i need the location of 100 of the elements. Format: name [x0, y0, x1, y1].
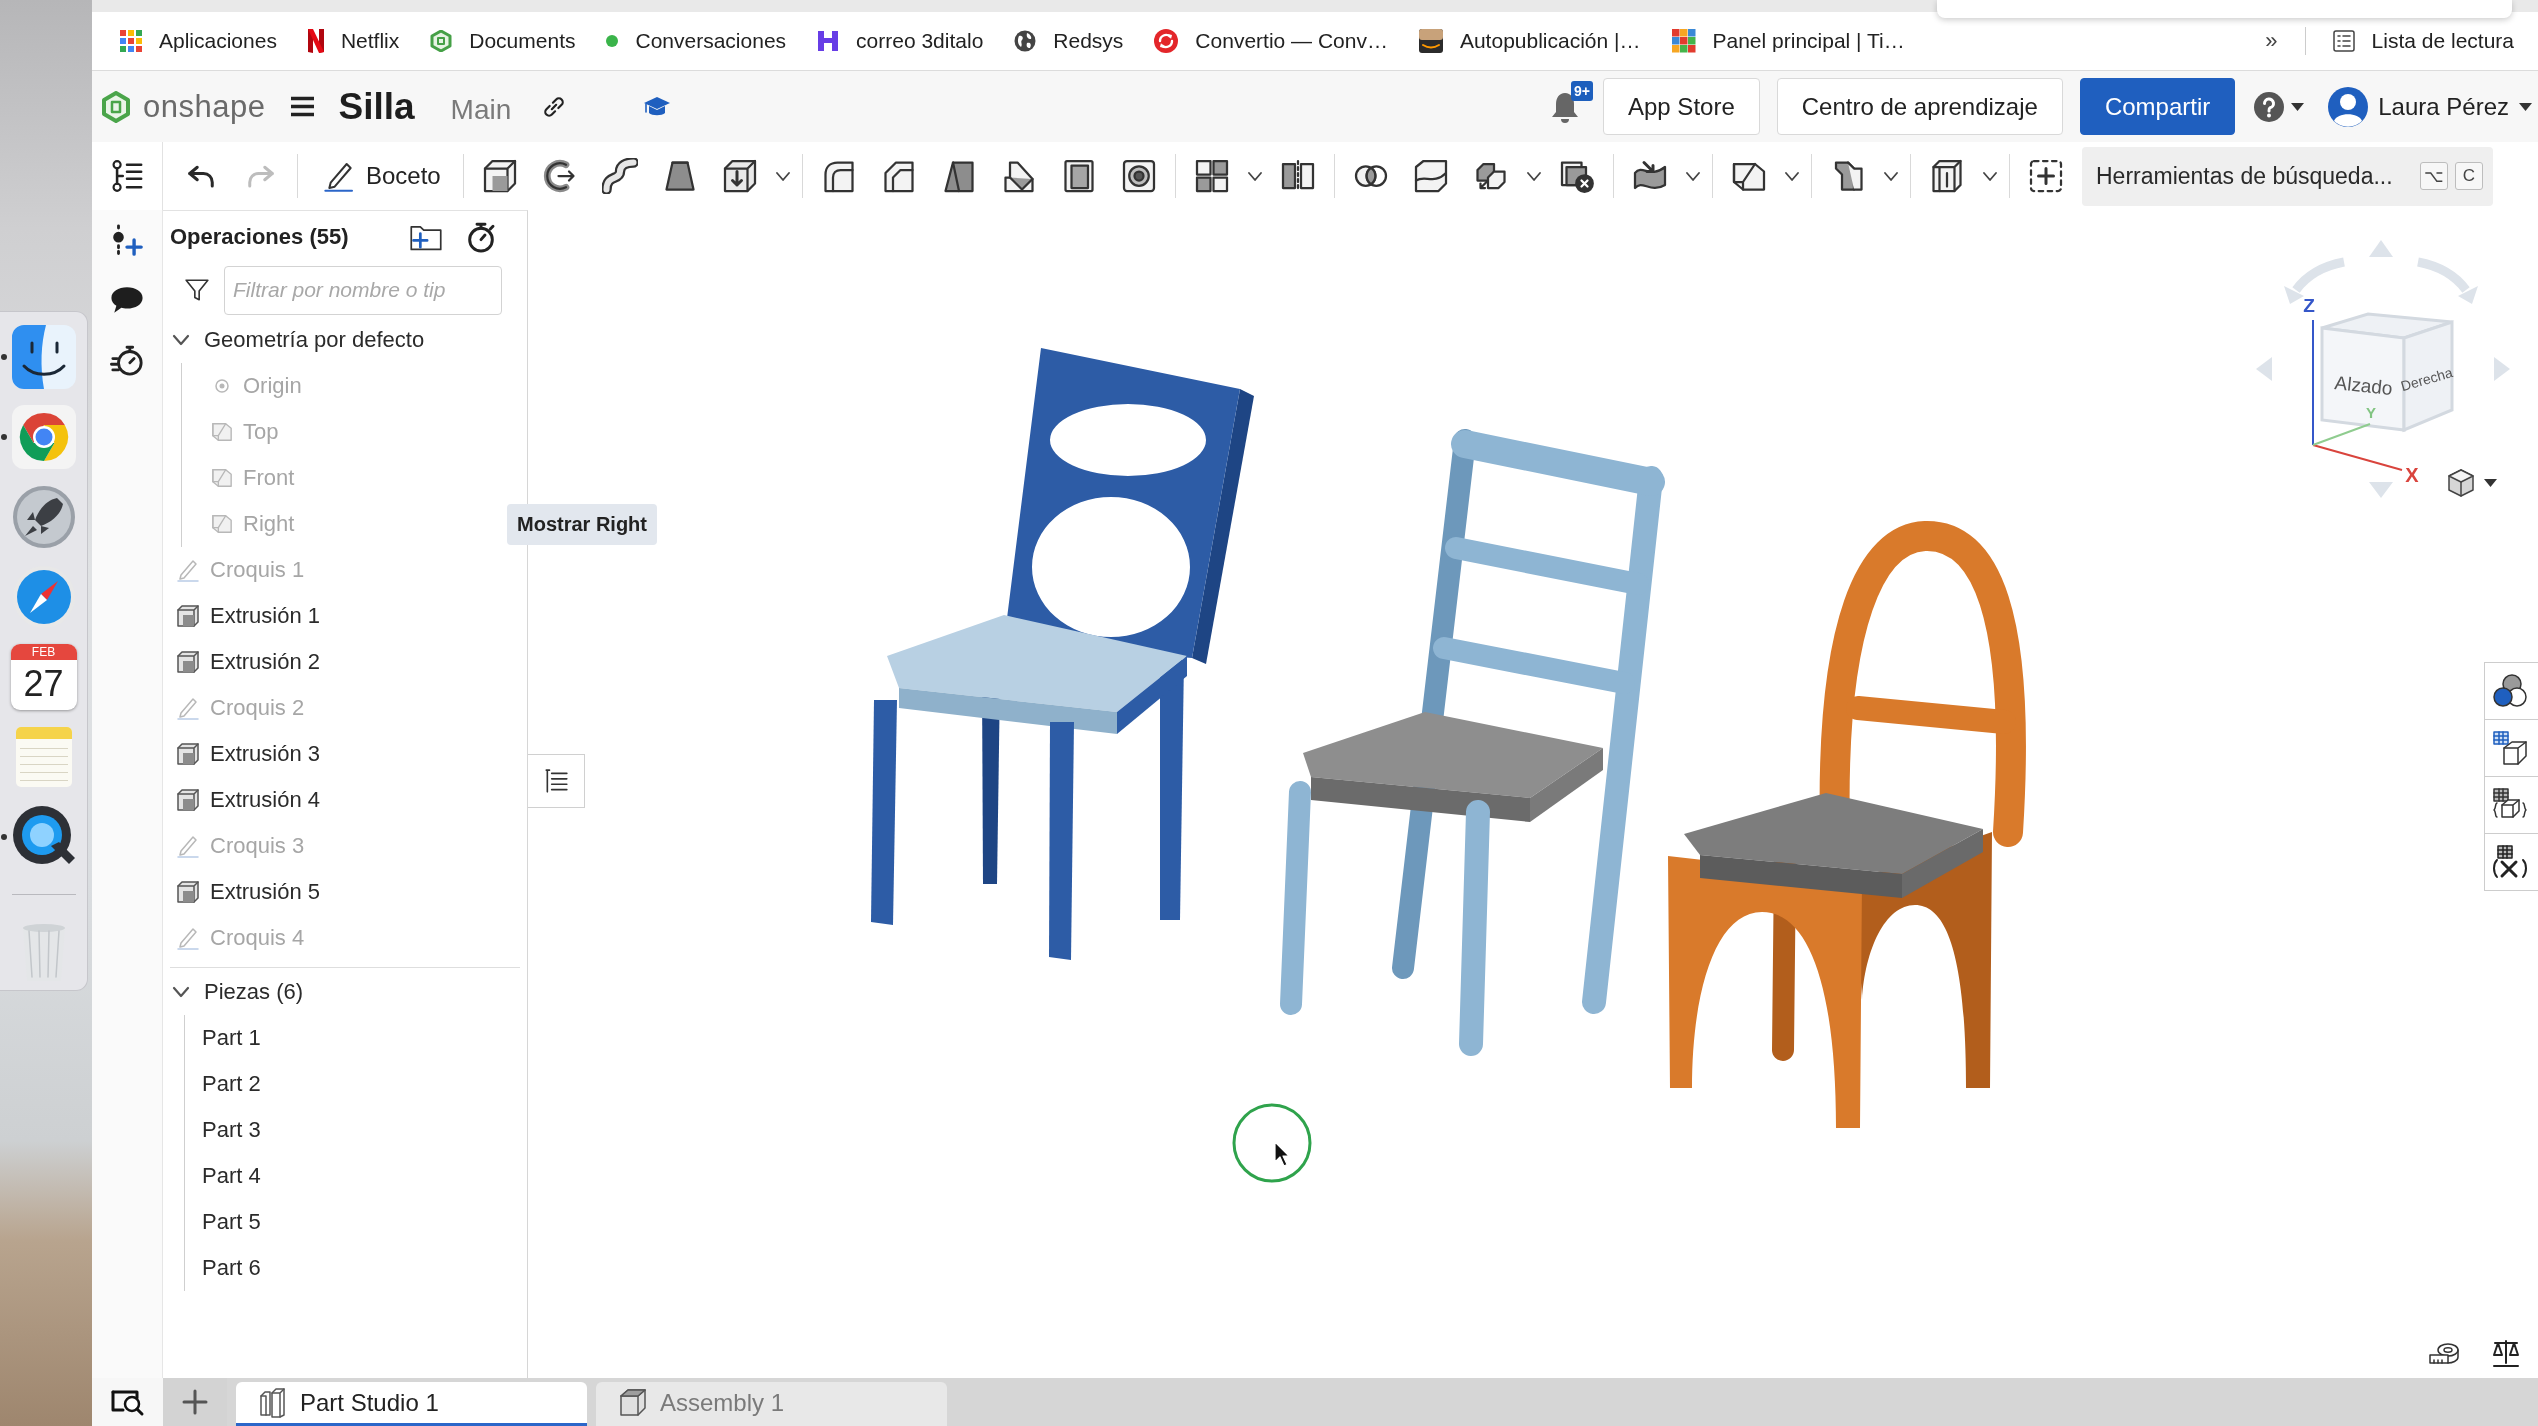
feature-row[interactable]: Extrusión 2 — [163, 639, 327, 685]
reading-list-link[interactable]: Lista de lectura — [2332, 29, 2514, 53]
caret-icon[interactable] — [2519, 102, 2532, 111]
document-tab[interactable]: Part Studio 1 — [236, 1382, 587, 1426]
box-icon — [176, 742, 200, 766]
user-menu[interactable]: Laura Pérez — [2328, 86, 2532, 127]
globe-icon[interactable] — [1014, 30, 1037, 52]
box-icon — [176, 650, 200, 674]
folder-row[interactable]: Piezas (6) — [163, 969, 310, 1015]
feature-row[interactable]: Extrusión 4 — [163, 777, 327, 823]
apps-grid-icon[interactable] — [120, 30, 142, 52]
split-icon — [1412, 158, 1449, 194]
cube-face-label: Derecha — [2399, 364, 2455, 395]
box-icon — [176, 604, 200, 628]
filter-icon[interactable] — [184, 277, 210, 303]
n-ribbon-icon[interactable] — [307, 29, 324, 53]
calendar-icon[interactable]: FEB 27 — [10, 644, 77, 710]
header-button[interactable]: App Store — [1603, 78, 1760, 135]
primary-button[interactable]: Compartir — [2079, 78, 2236, 135]
delete-icon — [1558, 158, 1595, 194]
filter-input[interactable]: Filtrar por nombre o tip — [224, 265, 502, 315]
box-icon — [176, 788, 200, 812]
bookmark-link[interactable]: Conversaciones — [606, 29, 787, 53]
help-icon[interactable] — [2253, 90, 2286, 123]
bookmark-link[interactable]: Redsys — [1014, 29, 1124, 53]
color-wheel-icon[interactable] — [10, 404, 77, 470]
tile-grid-icon[interactable] — [1671, 29, 1696, 53]
axis-label: Z — [2303, 295, 2315, 316]
pipe-icon — [601, 158, 638, 194]
scale-icon[interactable] — [2490, 1337, 2522, 1369]
pencil-icon — [176, 926, 200, 950]
grid-icon — [1193, 158, 1230, 194]
tooltip: Mostrar Right — [507, 504, 657, 545]
smiling-face-tile-icon[interactable] — [10, 324, 77, 390]
caret-icon — [775, 171, 790, 181]
pencil-icon — [324, 160, 356, 192]
pencil-icon — [176, 696, 200, 720]
stopwatch-icon[interactable] — [465, 221, 497, 253]
list-icon[interactable] — [2332, 30, 2355, 52]
part-row[interactable]: Part 6 — [185, 1245, 267, 1291]
feature-tree-icon[interactable] — [110, 159, 144, 193]
part-studio-icon — [258, 1387, 288, 1418]
side-panel-button[interactable] — [2484, 662, 2538, 720]
plus-icon — [182, 1389, 208, 1415]
hexagon-icon[interactable] — [430, 30, 453, 52]
smile-box-icon[interactable] — [1418, 29, 1443, 53]
sketch-button[interactable]: Boceto — [304, 148, 457, 204]
shortcut-key: ⌥ — [2420, 162, 2448, 190]
circles-icon — [2492, 673, 2528, 709]
feature-row[interactable]: Extrusión 3 — [163, 731, 327, 777]
table-cube-icon — [2492, 730, 2528, 766]
avatar-icon — [2328, 86, 2369, 127]
plane-icon — [211, 513, 233, 535]
pencil-icon — [176, 834, 200, 858]
bookmark-link[interactable]: Panel principal | Ti… — [1671, 29, 1905, 53]
feature-row[interactable]: Extrusión 1 — [163, 593, 327, 639]
rocket-icon[interactable] — [10, 484, 77, 550]
feature-row[interactable]: Extrusión 5 — [163, 869, 327, 915]
bookmark-link[interactable]: Netflix — [307, 29, 400, 53]
more-bookmarks-button[interactable]: » — [2265, 28, 2278, 54]
folder-row[interactable]: Geometría por defecto — [163, 317, 431, 363]
side-button[interactable] — [110, 223, 144, 257]
side-panel-button[interactable] — [2484, 833, 2538, 891]
shaded-cube-icon[interactable] — [2446, 468, 2476, 498]
hexagon-logo-icon[interactable] — [100, 90, 132, 123]
axis-label: X — [2405, 464, 2419, 486]
axis-label: Y — [2366, 404, 2376, 421]
box-icon — [481, 158, 518, 194]
caret-icon[interactable] — [2484, 479, 2497, 487]
bookmark-link[interactable]: Documents — [430, 29, 576, 53]
search-tools-field[interactable]: Herramientas de búsqueda... ⌥ C — [2082, 146, 2493, 206]
part-row[interactable]: Part 1 — [185, 1015, 267, 1061]
part-row[interactable]: Part 4 — [185, 1153, 267, 1199]
box-arrow-icon — [721, 158, 758, 194]
bookmark-link[interactable]: Convertio — Conv… — [1154, 29, 1388, 53]
origin-point-icon — [215, 379, 229, 393]
dot-icon[interactable] — [606, 35, 619, 47]
part-row[interactable]: Part 2 — [185, 1061, 267, 1107]
side-button[interactable] — [110, 343, 144, 377]
document-tab[interactable]: Assembly 1 — [596, 1382, 947, 1426]
search-input[interactable]: Herramientas de búsqueda... — [2096, 162, 2413, 190]
cycle-arrows-icon[interactable] — [1154, 29, 1179, 53]
panel-toggle-button[interactable] — [528, 754, 585, 808]
part-row[interactable]: Part 3 — [185, 1107, 267, 1153]
bookmark-link[interactable]: Autopublicación |… — [1418, 29, 1641, 53]
header-button[interactable]: Centro de aprendizaje — [1776, 78, 2063, 135]
h-block-icon[interactable] — [817, 30, 840, 52]
workspace-label: Main — [450, 93, 512, 126]
caret-icon[interactable] — [2291, 102, 2305, 111]
app-logo-text: onshape — [143, 88, 266, 125]
bookmark-link[interactable]: Aplicaciones — [120, 29, 277, 53]
calendar-month: FEB — [10, 644, 77, 660]
bookmark-link[interactable]: correo 3ditalo — [817, 29, 984, 53]
caret-icon — [1982, 171, 1997, 181]
caret-icon — [1685, 171, 1700, 181]
pointer-icon — [1274, 1141, 1290, 1167]
part-row[interactable]: Part 5 — [185, 1199, 267, 1245]
add-icon — [2027, 158, 2064, 194]
pencil-icon — [176, 558, 200, 582]
box-icon — [176, 880, 200, 904]
